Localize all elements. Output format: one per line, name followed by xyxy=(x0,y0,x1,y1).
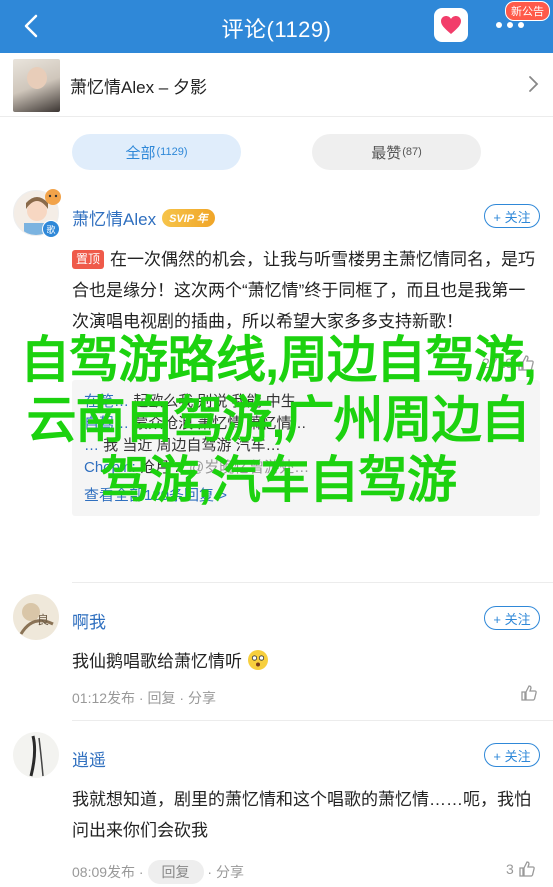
song-cover xyxy=(13,59,60,112)
user-avatar-icon xyxy=(29,735,44,777)
dog-badge-icon xyxy=(45,189,61,205)
comment-text: 我仙鹅唱歌给萧忆情听 xyxy=(72,646,540,677)
comment-author[interactable]: 逍遥 xyxy=(72,746,106,771)
svg-text:良: 良 xyxy=(37,612,49,627)
avatar[interactable] xyxy=(13,732,59,778)
comment-text: 我就想知道，剧里的萧忆情和这个唱歌的萧忆情……呃，我怕问出来你们会砍我 xyxy=(72,790,531,840)
tab-hot-label: 最赞 xyxy=(371,144,402,162)
overlay-watermark-text: 自驾游路线,周边自驾游,云南自驾游,广州周边自驾游,汽车自驾游 xyxy=(20,332,537,508)
comment-item: 逍遥 + 关注 我就想知道，剧里的萧忆情和这个唱歌的萧忆情……呃，我怕问出来你们… xyxy=(0,728,553,887)
share-link[interactable]: 分享 xyxy=(216,864,244,880)
favorite-button[interactable] xyxy=(434,8,468,42)
page-title: 评论(1129) xyxy=(221,17,332,42)
tab-all[interactable]: 全部 (1129) xyxy=(72,134,241,170)
song-info-bar[interactable]: 萧忆情Alex – 夕影 xyxy=(0,53,553,117)
thumbs-up-icon xyxy=(519,861,535,877)
thumbs-up-icon xyxy=(521,685,537,701)
comment-filter-tabs: 全部 (1129) 最赞 (87) xyxy=(0,118,553,186)
svip-badge: SVIP 年 xyxy=(162,209,215,227)
divider xyxy=(72,582,553,583)
reply-link[interactable]: 回复 xyxy=(147,860,204,884)
author-name: 萧忆情Alex xyxy=(72,210,157,229)
follow-button[interactable]: + 关注 xyxy=(484,606,540,630)
tab-hot-count: (87) xyxy=(402,146,422,158)
shocked-emoji-icon xyxy=(247,650,268,670)
reply-link[interactable]: 回复 xyxy=(148,690,176,706)
dot-icon xyxy=(507,22,513,28)
follow-button[interactable]: + 关注 xyxy=(484,743,540,767)
comment-text: 置顶 在一次偶然的机会，让我与听雪楼男主萧忆情同名，是巧合也是缘分！这次两个“萧忆… xyxy=(72,244,540,337)
top-bar: 评论(1129) 新公告 xyxy=(0,0,553,53)
tab-hot[interactable]: 最赞 (87) xyxy=(312,134,481,170)
verified-badge: 歌 xyxy=(42,220,60,238)
comment-item: 良 啊我 + 关注 我仙鹅唱歌给萧忆情听 01:12发布 · 回复 · 分享 xyxy=(0,590,553,720)
comment-body: 我仙鹅唱歌给萧忆情听 xyxy=(72,652,242,671)
comment-body: 在一次偶然的机会，让我与听雪楼男主萧忆情同名，是巧合也是缘分！这次两个“萧忆情”… xyxy=(72,250,536,331)
comment-meta: 01:12发布 · 回复 · 分享 xyxy=(72,690,216,706)
comment-author[interactable]: 啊我 xyxy=(72,608,106,633)
tab-all-count: (1129) xyxy=(156,146,188,158)
chevron-right-icon xyxy=(529,76,539,92)
user-avatar-icon: 良 xyxy=(19,603,54,635)
publish-time: 08:09发布 xyxy=(72,864,136,880)
notice-badge[interactable]: 新公告 xyxy=(505,1,550,21)
avatar[interactable]: 良 xyxy=(13,594,59,640)
song-title: 萧忆情Alex – 夕影 xyxy=(70,78,207,97)
dot-icon xyxy=(518,22,524,28)
share-link[interactable]: 分享 xyxy=(188,690,216,706)
dot-icon xyxy=(496,22,502,28)
pinned-badge: 置顶 xyxy=(72,250,105,269)
like-button[interactable] xyxy=(520,684,538,702)
follow-button[interactable]: + 关注 xyxy=(484,204,540,228)
comment-author[interactable]: 萧忆情Alex SVIP 年 xyxy=(72,205,215,230)
publish-time: 01:12发布 xyxy=(72,690,136,706)
heart-icon xyxy=(441,16,461,34)
tab-all-label: 全部 xyxy=(125,144,156,162)
divider xyxy=(72,720,553,721)
like-button[interactable]: 3 xyxy=(506,860,536,878)
like-count: 3 xyxy=(506,861,514,877)
comment-meta: 08:09发布 · 回复 · 分享 xyxy=(72,860,244,884)
